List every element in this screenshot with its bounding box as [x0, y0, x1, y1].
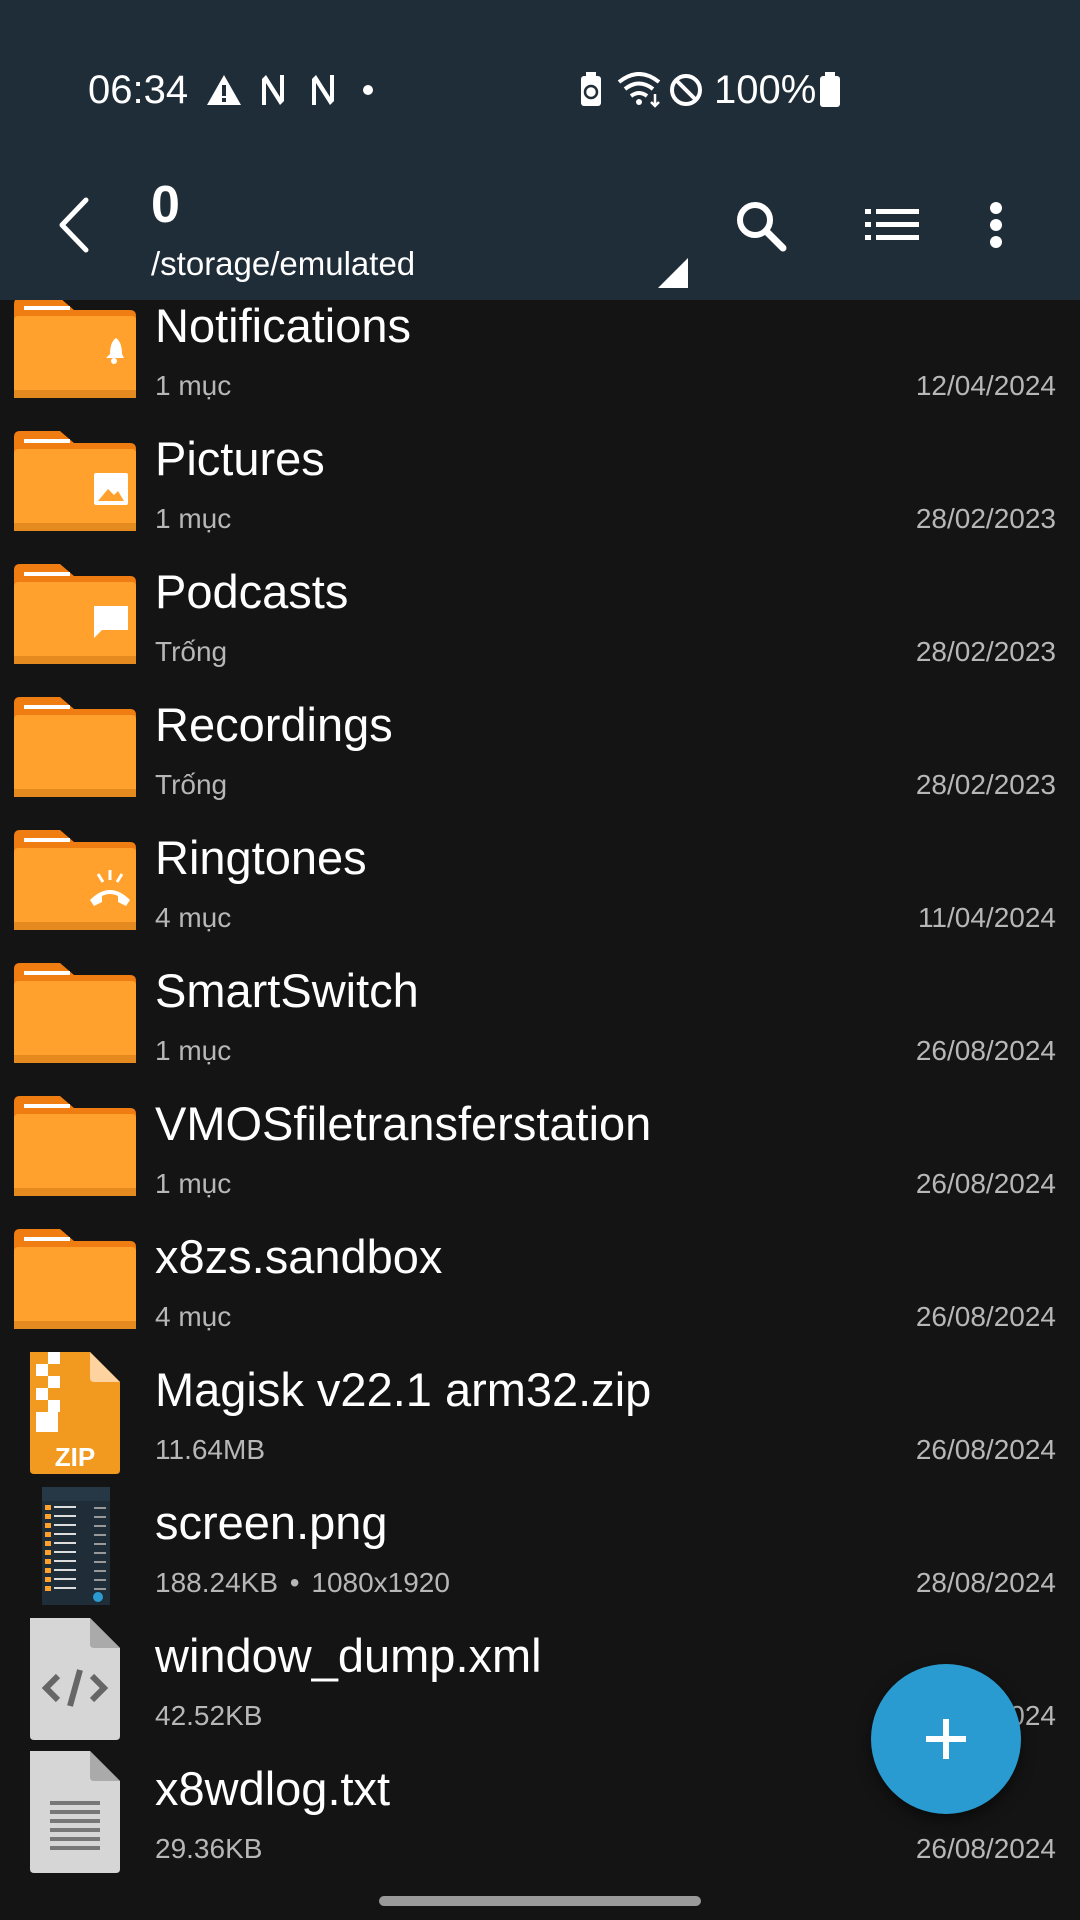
folder-row[interactable]: Podcasts Trống 28/02/2023 — [0, 564, 1080, 697]
file-date: 26/08/2024 — [915, 1168, 1056, 1199]
folder-icon — [14, 830, 136, 930]
dropdown-triangle-icon[interactable] — [658, 258, 688, 288]
file-name: x8zs.sandbox — [155, 1230, 443, 1283]
top-bar: 06:34 100% 0 /storage/emulated — [0, 0, 1080, 300]
file-date: 26/08/2024 — [915, 1833, 1056, 1864]
list-view-icon — [865, 209, 919, 240]
file-size: Trống — [155, 769, 228, 800]
folder-row[interactable]: VMOSfiletransferstation 1 mục 26/08/2024 — [0, 1096, 1080, 1229]
folder-icon — [14, 697, 136, 797]
file-list: Notifications 1 mục 12/04/2024 Pictures 1 mụ… — [0, 300, 1080, 1880]
file-size: 4 mục — [155, 1301, 232, 1332]
text-file-icon — [14, 1751, 136, 1873]
folder-row[interactable]: Recordings Trống 28/02/2023 — [0, 697, 1080, 830]
zip-file-icon: ZIP — [14, 1352, 136, 1474]
file-date: 28/02/2023 — [915, 503, 1056, 534]
back-icon — [59, 197, 89, 253]
file-meta: 1 mục — [155, 370, 231, 402]
battery-icon — [816, 70, 844, 110]
file-name: VMOSfiletransferstation — [155, 1097, 652, 1150]
add-button[interactable] — [871, 1664, 1021, 1814]
file-date: 26/08/2024 — [915, 1434, 1056, 1465]
file-name: SmartSwitch — [155, 964, 419, 1017]
search-button[interactable] — [730, 195, 790, 255]
folder-row[interactable]: SmartSwitch 1 mục 26/08/2024 — [0, 963, 1080, 1096]
folder-icon — [14, 1096, 136, 1196]
folder-icon — [14, 564, 136, 664]
more-icon — [990, 202, 1002, 248]
file-meta: 1 mục — [155, 1035, 231, 1067]
code-file-icon — [14, 1618, 136, 1740]
file-date: 28/08/2024 — [915, 1567, 1056, 1598]
folder-icon — [14, 300, 136, 398]
battery-percent: 100% — [714, 68, 817, 112]
file-date: 12/04/2024 — [915, 370, 1056, 401]
folder-icon — [14, 1229, 136, 1329]
folder-row[interactable]: Ringtones 4 mục 11/04/2024 — [0, 830, 1080, 963]
file-meta: 29.36KB — [155, 1833, 262, 1865]
folder-row[interactable]: x8zs.sandbox 4 mục 26/08/2024 — [0, 1229, 1080, 1362]
file-name: Ringtones — [155, 831, 367, 884]
file-date: 28/02/2023 — [915, 769, 1056, 800]
file-name: Magisk v22.1 arm32.zip — [155, 1363, 652, 1416]
file-name: window_dump.xml — [155, 1629, 542, 1682]
file-date: 11/04/2024 — [917, 902, 1056, 933]
file-name: Podcasts — [155, 565, 349, 618]
folder-row[interactable]: Notifications 1 mục 12/04/2024 — [0, 300, 1080, 431]
file-date: 28/02/2023 — [915, 636, 1056, 667]
folder-icon — [14, 431, 136, 531]
page-title: 0 — [151, 176, 180, 234]
file-size: 11.64MB — [155, 1434, 265, 1465]
do-not-disturb-icon — [666, 70, 706, 110]
file-meta: 1 mục — [155, 503, 231, 535]
home-gesture-handle[interactable] — [379, 1896, 701, 1906]
search-icon — [737, 202, 787, 252]
svg-text:ZIP: ZIP — [55, 1442, 95, 1472]
file-meta: 11.64MB — [155, 1434, 265, 1466]
image-resolution: 1080x1920 — [311, 1567, 450, 1598]
file-name: screen.png — [155, 1496, 388, 1549]
list-view-button[interactable] — [862, 195, 922, 255]
dot-icon — [360, 70, 376, 110]
file-name: Recordings — [155, 698, 393, 751]
n-icon — [256, 70, 290, 110]
status-time: 06:34 — [88, 68, 189, 112]
folder-row[interactable]: Pictures 1 mục 28/02/2023 — [0, 431, 1080, 564]
folder-icon — [14, 963, 136, 1063]
back-button[interactable] — [50, 190, 98, 260]
file-size: 1 mục — [155, 1035, 232, 1066]
path-dropdown[interactable]: /storage/emulated — [151, 245, 415, 283]
file-size: 188.24KB — [155, 1567, 278, 1598]
warning-icon — [204, 70, 244, 110]
file-size: 29.36KB — [155, 1833, 263, 1864]
file-date: 26/08/2024 — [915, 1035, 1056, 1066]
file-meta: Trống — [155, 769, 227, 801]
file-name: Notifications — [155, 300, 411, 352]
file-size: 1 mục — [155, 1168, 232, 1199]
file-meta: 4 mục — [155, 902, 231, 934]
file-size: 42.52KB — [155, 1700, 263, 1731]
file-row[interactable]: screen.png 188.24KB • 1080x1920 28/08/2024 — [0, 1487, 1080, 1628]
file-size: Trống — [155, 636, 228, 667]
file-date: 26/08/2024 — [915, 1301, 1056, 1332]
plus-icon — [926, 1719, 966, 1759]
file-row[interactable]: ZIP Magisk v22.1 arm32.zip 11.64MB 26/08/20… — [0, 1352, 1080, 1495]
file-name: x8wdlog.txt — [155, 1762, 391, 1815]
file-size: 1 mục — [155, 503, 232, 534]
n-icon — [306, 70, 340, 110]
status-bar: 06:34 100% — [0, 0, 1080, 180]
file-meta: 4 mục — [155, 1301, 231, 1333]
meta-separator: • — [282, 1567, 308, 1598]
wifi-icon — [616, 70, 664, 110]
file-size: 4 mục — [155, 902, 232, 933]
file-name: Pictures — [155, 432, 325, 485]
file-meta: Trống — [155, 636, 227, 668]
file-meta: 42.52KB — [155, 1700, 262, 1732]
file-meta: 1 mục — [155, 1168, 231, 1200]
file-meta: 188.24KB • 1080x1920 — [155, 1567, 450, 1599]
file-size: 1 mục — [155, 370, 232, 401]
more-options-button[interactable] — [966, 195, 1026, 255]
image-thumbnail — [14, 1485, 136, 1607]
battery-saver-icon — [578, 70, 604, 110]
